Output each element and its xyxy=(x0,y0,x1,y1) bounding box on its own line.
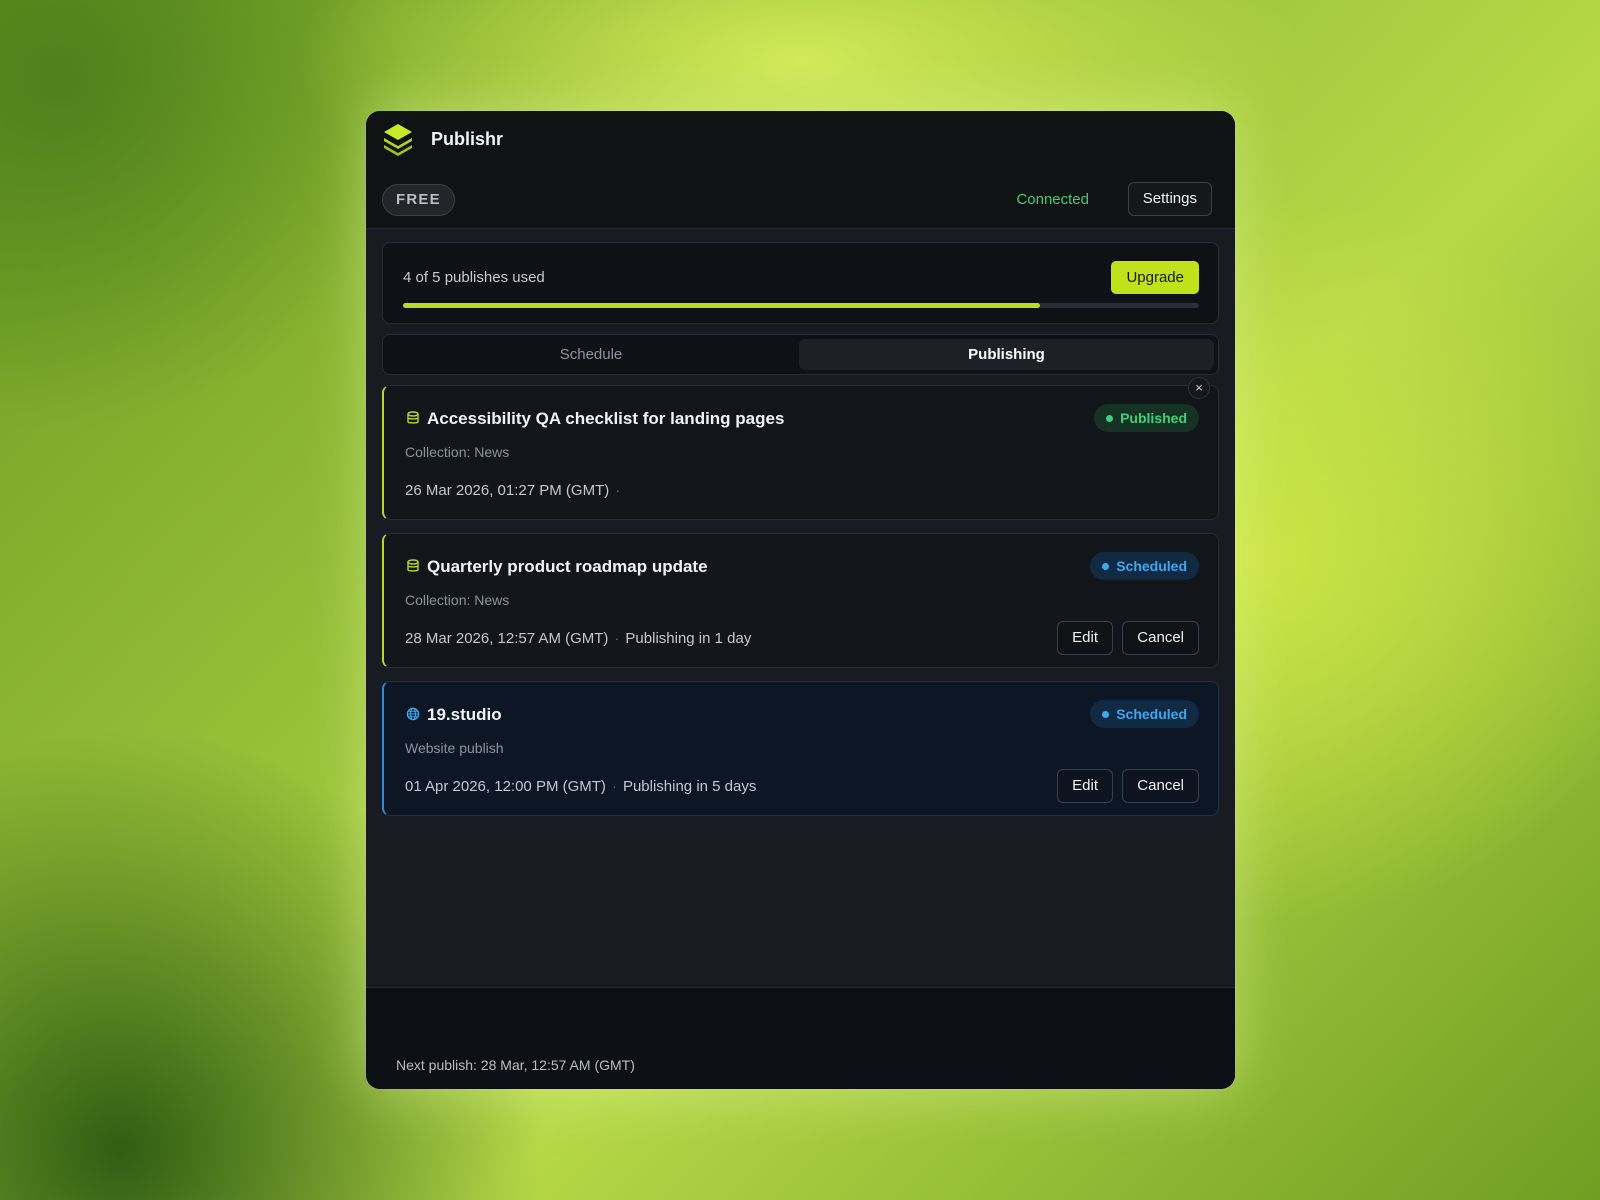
item-subtitle: Collection: News xyxy=(405,444,510,460)
tab-publishing[interactable]: Publishing xyxy=(799,339,1214,370)
meta-separator: · xyxy=(615,482,621,499)
edit-button[interactable]: Edit xyxy=(1057,769,1113,803)
database-icon xyxy=(407,411,419,424)
status-badge: Scheduled xyxy=(1090,700,1199,728)
status-badge: Published xyxy=(1094,404,1199,432)
tab-schedule[interactable]: Schedule xyxy=(387,339,795,370)
publishr-panel: Publishr FREE Connected Settings 4 of 5 … xyxy=(366,111,1235,1089)
status-badge: Scheduled xyxy=(1090,552,1199,580)
meta-separator: · xyxy=(611,778,617,795)
cancel-button[interactable]: Cancel xyxy=(1122,621,1199,655)
item-datetime: 01 Apr 2026, 12:00 PM (GMT) xyxy=(405,778,606,795)
item-subtitle: Website publish xyxy=(405,740,504,756)
item-title: Quarterly product roadmap update xyxy=(427,557,708,576)
next-publish-text: Next publish: 28 Mar, 12:57 AM (GMT) xyxy=(396,1057,635,1073)
item-subtitle: Collection: News xyxy=(405,592,510,608)
usage-text: 4 of 5 publishes used xyxy=(403,269,545,286)
edit-button[interactable]: Edit xyxy=(1057,621,1113,655)
item-title: 19.studio xyxy=(427,705,502,724)
item-title: Accessibility QA checklist for landing p… xyxy=(427,409,785,428)
footer: Next publish: 28 Mar, 12:57 AM (GMT) xyxy=(366,987,1235,1089)
item-meta: 01 Apr 2026, 12:00 PM (GMT) · Publishing i… xyxy=(405,778,756,795)
item-eta: Publishing in 5 days xyxy=(622,778,757,795)
usage-panel: 4 of 5 publishes used Upgrade xyxy=(382,242,1219,324)
item-datetime: 26 Mar 2026, 01:27 PM (GMT) xyxy=(405,482,610,499)
cancel-button[interactable]: Cancel xyxy=(1122,769,1199,803)
publish-item[interactable]: Quarterly product roadmap update Schedul… xyxy=(382,533,1219,668)
item-eta: Publishing in 1 day xyxy=(625,630,752,647)
plan-badge: FREE xyxy=(382,184,455,216)
item-datetime: 28 Mar 2026, 12:57 AM (GMT) xyxy=(405,630,609,647)
app-title: Publishr xyxy=(431,129,504,149)
close-icon[interactable]: × xyxy=(1188,377,1210,399)
settings-button[interactable]: Settings xyxy=(1127,182,1212,216)
database-icon xyxy=(407,559,419,572)
item-meta: 28 Mar 2026, 12:57 AM (GMT) · Publishing i… xyxy=(405,630,751,647)
header: Publishr FREE Connected Settings xyxy=(366,111,1235,229)
tab-bar: Schedule Publishing xyxy=(382,334,1219,375)
publish-item[interactable]: 19.studio Scheduled Website publish 01 A… xyxy=(382,681,1219,816)
layers-logo-icon xyxy=(384,124,412,156)
meta-separator: · xyxy=(614,630,620,647)
usage-progress-fill xyxy=(403,303,1040,308)
globe-icon xyxy=(406,707,420,721)
usage-progress-bar xyxy=(403,303,1199,308)
item-meta: 26 Mar 2026, 01:27 PM (GMT) · xyxy=(405,482,626,499)
connection-status: Connected xyxy=(1016,191,1089,208)
publish-item[interactable]: × Accessibility QA checklist for landing… xyxy=(382,377,1219,520)
upgrade-button[interactable]: Upgrade xyxy=(1111,261,1199,294)
